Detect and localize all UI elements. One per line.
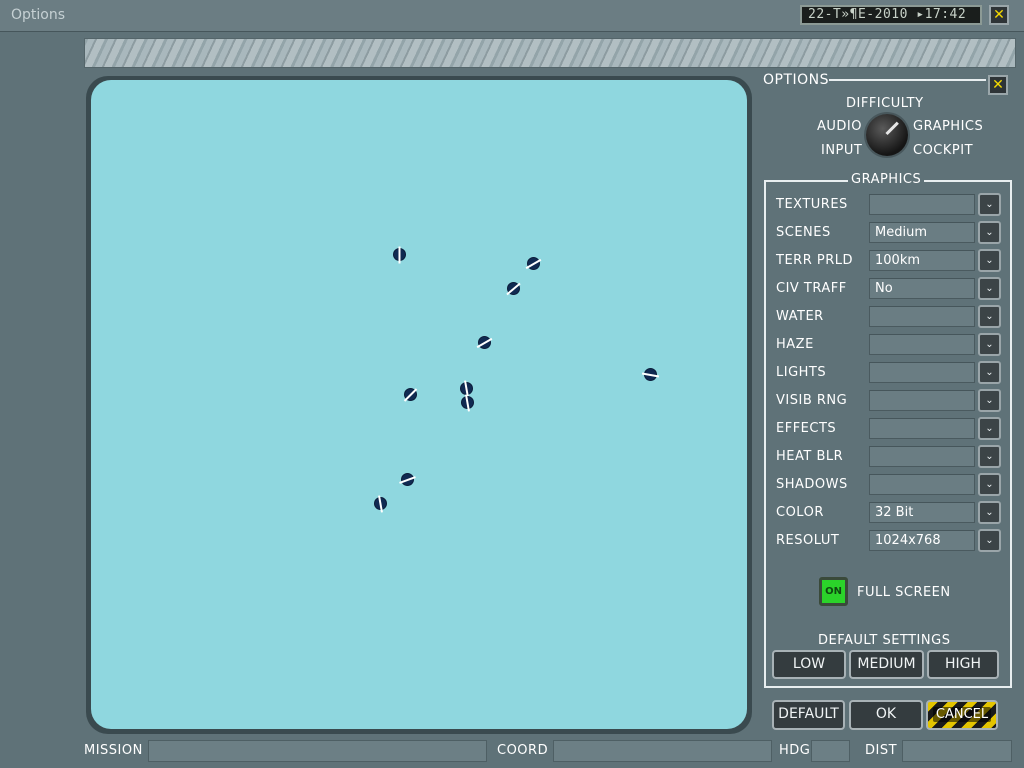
row-label-effects: EFFECTS — [776, 421, 837, 436]
select-effects[interactable] — [869, 418, 975, 439]
hdg-label: HDG — [779, 743, 811, 758]
select-water[interactable] — [869, 306, 975, 327]
category-selector-knob[interactable] — [866, 114, 908, 156]
selector-cockpit[interactable]: COCKPIT — [913, 143, 973, 158]
row-label-shadows: SHADOWS — [776, 477, 848, 492]
marker-3[interactable] — [507, 282, 520, 295]
low-preset-button[interactable]: LOW — [772, 650, 846, 679]
select-scenes[interactable]: Medium — [869, 222, 975, 243]
ok-button[interactable]: OK — [849, 700, 923, 730]
coord-field — [553, 740, 772, 762]
dropdown-haze[interactable]: ⌄ — [978, 333, 1001, 356]
marker-2[interactable] — [527, 257, 540, 270]
marker-6[interactable] — [404, 388, 417, 401]
row-label-haze: HAZE — [776, 337, 814, 352]
dropdown-effects[interactable]: ⌄ — [978, 417, 1001, 440]
marker-10[interactable] — [374, 497, 387, 510]
select-haze[interactable] — [869, 334, 975, 355]
marker-5[interactable] — [644, 368, 657, 381]
dropdown-shadows[interactable]: ⌄ — [978, 473, 1001, 496]
map-view[interactable] — [91, 80, 747, 729]
full-screen-toggle[interactable]: ON — [819, 577, 848, 606]
options-divider — [829, 79, 986, 81]
date-time-display: 22-T»¶E-2010 ▸17:42 — [800, 5, 982, 25]
dropdown-color[interactable]: ⌄ — [978, 501, 1001, 524]
mission-field — [148, 740, 487, 762]
hdg-field — [811, 740, 850, 762]
select-visib-rng[interactable] — [869, 390, 975, 411]
select-resolut[interactable]: 1024x768 — [869, 530, 975, 551]
dropdown-terr-prld[interactable]: ⌄ — [978, 249, 1001, 272]
dropdown-heat-blr[interactable]: ⌄ — [978, 445, 1001, 468]
options-close-button[interactable]: ✕ — [988, 75, 1008, 95]
row-label-civ-traff: CIV TRAFF — [776, 281, 847, 296]
dropdown-water[interactable]: ⌄ — [978, 305, 1001, 328]
cancel-button[interactable]: CANCEL — [926, 700, 998, 730]
options-title: OPTIONS — [763, 72, 830, 88]
marker-9[interactable] — [401, 473, 414, 486]
selector-difficulty[interactable]: DIFFICULTY — [846, 96, 924, 111]
row-label-color: COLOR — [776, 505, 824, 520]
select-heat-blr[interactable] — [869, 446, 975, 467]
select-textures[interactable] — [869, 194, 975, 215]
marker-1[interactable] — [393, 248, 406, 261]
title-bar: Options 22-T»¶E-2010 ▸17:42 ✕ — [0, 0, 1024, 32]
marker-4[interactable] — [478, 336, 491, 349]
selector-audio[interactable]: AUDIO — [817, 119, 862, 134]
graphics-group-title: GRAPHICS — [848, 172, 925, 187]
row-label-heat-blr: HEAT BLR — [776, 449, 844, 464]
mission-label: MISSION — [84, 743, 143, 758]
selector-graphics[interactable]: GRAPHICS — [913, 119, 983, 134]
map-strip-decoration — [84, 38, 1016, 68]
dropdown-textures[interactable]: ⌄ — [978, 193, 1001, 216]
window-title: Options — [11, 7, 66, 23]
dropdown-lights[interactable]: ⌄ — [978, 361, 1001, 384]
row-label-terr-prld: TERR PRLD — [776, 253, 853, 268]
select-terr-prld[interactable]: 100km — [869, 250, 975, 271]
row-label-visib-rng: VISIB RNG — [776, 393, 848, 408]
dist-label: DIST — [865, 743, 898, 758]
marker-7[interactable] — [460, 382, 473, 395]
high-preset-button[interactable]: HIGH — [927, 650, 999, 679]
row-label-scenes: SCENES — [776, 225, 831, 240]
row-label-water: WATER — [776, 309, 824, 324]
select-civ-traff[interactable]: No — [869, 278, 975, 299]
marker-8[interactable] — [461, 396, 474, 409]
select-color[interactable]: 32 Bit — [869, 502, 975, 523]
row-label-lights: LIGHTS — [776, 365, 827, 380]
dropdown-visib-rng[interactable]: ⌄ — [978, 389, 1001, 412]
dropdown-civ-traff[interactable]: ⌄ — [978, 277, 1001, 300]
full-screen-label: FULL SCREEN — [857, 585, 951, 600]
row-label-resolut: RESOLUT — [776, 533, 840, 548]
dropdown-scenes[interactable]: ⌄ — [978, 221, 1001, 244]
window-close-button[interactable]: ✕ — [989, 5, 1009, 25]
dropdown-resolut[interactable]: ⌄ — [978, 529, 1001, 552]
medium-preset-button[interactable]: MEDIUM — [849, 650, 924, 679]
row-label-textures: TEXTURES — [776, 197, 848, 212]
coord-label: COORD — [497, 743, 549, 758]
default-button[interactable]: DEFAULT — [772, 700, 845, 730]
dist-field — [902, 740, 1012, 762]
cancel-button-label: CANCEL — [932, 707, 992, 722]
selector-input[interactable]: INPUT — [821, 143, 862, 158]
default-settings-title: DEFAULT SETTINGS — [818, 633, 951, 648]
select-shadows[interactable] — [869, 474, 975, 495]
select-lights[interactable] — [869, 362, 975, 383]
